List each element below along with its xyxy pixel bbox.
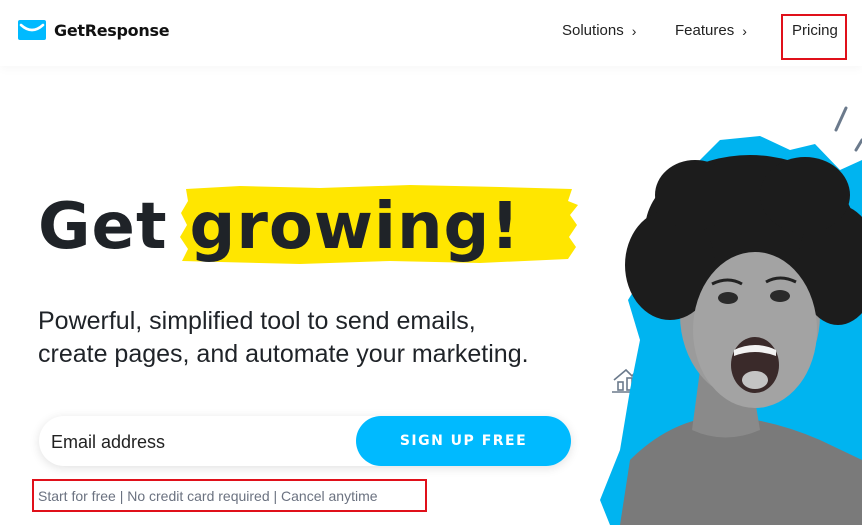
subtitle-line-2: create pages, and automate your marketin…: [38, 340, 529, 368]
getresponse-logo[interactable]: GetResponse: [18, 20, 170, 40]
hero-woman-illustration: [600, 106, 862, 525]
chevron-right-icon: ›: [631, 22, 637, 39]
logo-text: GetResponse: [54, 20, 170, 40]
top-navigation: GetResponse Solutions › Features › Prici…: [0, 0, 862, 66]
headline-get: Get: [38, 190, 168, 264]
headline-growing: growing!: [189, 190, 521, 264]
envelope-logo-icon: [18, 20, 46, 40]
signup-form: SIGN UP FREE: [39, 416, 571, 468]
sign-up-free-button[interactable]: SIGN UP FREE: [356, 416, 571, 466]
decorative-stroke-icon: [854, 138, 862, 152]
subtitle-line-1: Powerful, simplified tool to send emails…: [38, 307, 476, 335]
nav-solutions[interactable]: Solutions ›: [562, 22, 636, 39]
decorative-stroke-icon: [834, 106, 848, 132]
signup-note: Start for free | No credit card required…: [38, 488, 378, 504]
nav-solutions-label: Solutions: [562, 22, 624, 39]
email-input[interactable]: [39, 416, 383, 468]
chevron-right-icon: ›: [742, 22, 747, 39]
hero-headline: Get growing!: [38, 186, 521, 268]
pricing-highlight-annotation: [781, 14, 847, 60]
nav-features-label: Features: [675, 22, 735, 39]
nav-features[interactable]: Features ›: [675, 22, 747, 39]
hero-subtitle: Powerful, simplified tool to send emails…: [38, 305, 598, 371]
